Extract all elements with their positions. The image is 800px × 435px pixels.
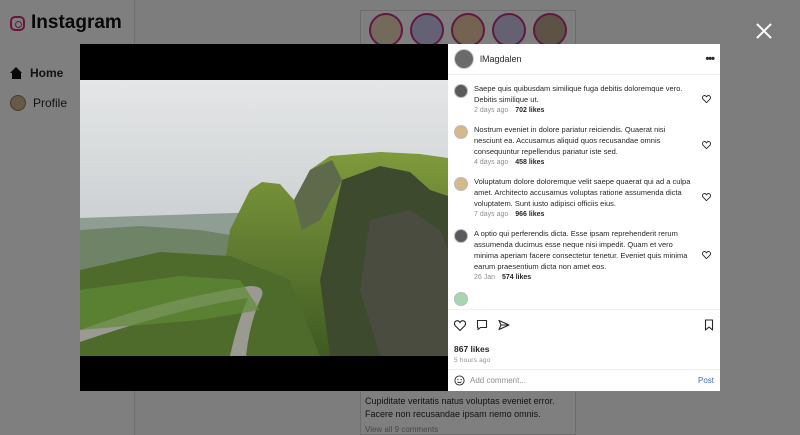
post-modal: lMagdalen ••• Saepe quis quibusdam simil… [80, 44, 720, 391]
like-comment-heart-icon[interactable] [700, 176, 712, 218]
commenter-avatar[interactable] [454, 84, 468, 98]
author-username[interactable]: lMagdalen [480, 54, 699, 64]
post-likes-count[interactable]: 867 likes [448, 340, 720, 354]
comment-text: Saepe quis quibusdam similique fuga debi… [474, 84, 683, 104]
commenter-avatar[interactable] [454, 292, 468, 306]
emoji-icon[interactable] [454, 375, 465, 386]
commenter-avatar[interactable] [454, 125, 468, 139]
comment-time: 26 Jan [474, 274, 496, 281]
landscape-image [80, 80, 448, 356]
comment-time: 7 days ago [474, 211, 509, 218]
post-actions [448, 309, 720, 340]
comment-text: Voluptatum dolore doloremque velit saepe… [474, 177, 691, 208]
more-options-icon[interactable]: ••• [705, 53, 715, 65]
comment-likes[interactable]: 458 likes [515, 159, 544, 166]
comment-time: 4 days ago [474, 159, 509, 166]
bookmark-icon[interactable] [704, 319, 714, 331]
comment-item: A optio qui perferendis dicta. Esse ipsa… [448, 224, 720, 287]
comment-likes[interactable]: 574 likes [502, 274, 531, 281]
share-icon[interactable] [498, 319, 510, 331]
comment-input[interactable] [470, 376, 693, 385]
comment-likes[interactable]: 702 likes [515, 107, 544, 114]
comment-text: A optio qui perferendis dicta. Esse ipsa… [474, 229, 688, 271]
like-comment-heart-icon[interactable] [700, 228, 712, 281]
comment-item: Voluptatum dolore doloremque velit saepe… [448, 172, 720, 224]
comment-time: 2 days ago [474, 107, 509, 114]
post-sidebar: lMagdalen ••• Saepe quis quibusdam simil… [448, 44, 720, 391]
commenter-avatar[interactable] [454, 177, 468, 191]
post-header: lMagdalen ••• [448, 44, 720, 75]
comment-item: Saepe quis quibusdam similique fuga debi… [448, 79, 720, 120]
add-comment-bar: Post [448, 369, 720, 391]
post-timestamp: 5 hours ago [454, 357, 491, 364]
comment-item-partial [448, 287, 720, 309]
post-comment-button[interactable]: Post [698, 376, 714, 385]
commenter-avatar[interactable] [454, 229, 468, 243]
comment-text: Nostrum eveniet in dolore pariatur reici… [474, 125, 666, 156]
like-heart-icon[interactable] [454, 319, 466, 331]
like-comment-heart-icon[interactable] [700, 83, 712, 114]
post-media [80, 44, 448, 391]
comments-list[interactable]: Saepe quis quibusdam similique fuga debi… [448, 75, 720, 309]
comment-likes[interactable]: 966 likes [515, 211, 544, 218]
like-comment-heart-icon[interactable] [700, 124, 712, 166]
post-photo [80, 80, 448, 356]
comment-icon[interactable] [476, 319, 488, 331]
comment-item: Nostrum eveniet in dolore pariatur reici… [448, 120, 720, 172]
author-avatar[interactable] [454, 49, 474, 69]
close-button[interactable] [755, 22, 773, 40]
